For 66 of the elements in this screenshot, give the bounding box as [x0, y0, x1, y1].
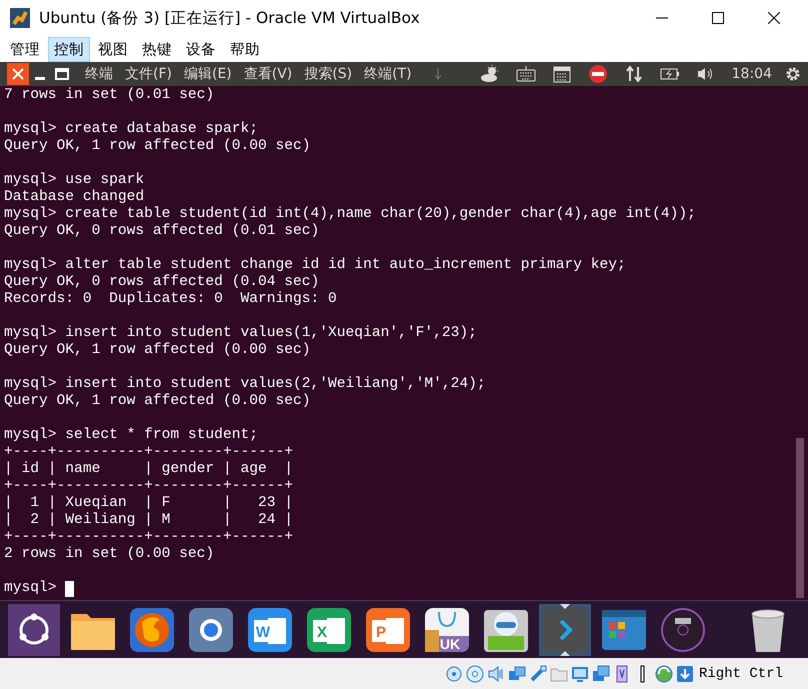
terminal-line: mysql> insert into student values(1,'Xueqian','F',23);	[4, 325, 478, 342]
terminal-line: Database changed	[4, 189, 146, 206]
terminal-line: Query OK, 1 row affected (0.00 sec)	[4, 138, 312, 155]
terminal-line: mysql> use spark	[4, 172, 146, 189]
down-arrow-icon	[434, 68, 442, 80]
menu-item[interactable]: 文件(F)	[119, 65, 178, 83]
terminal-icon	[541, 606, 589, 654]
host-key-label: Right Ctrl	[698, 666, 783, 682]
terminal-line: | 1 | Xueqian | F | 23 |	[4, 495, 294, 512]
terminal-line: mysql> alter table student change id id int auto_increment primary key;	[4, 257, 627, 274]
terminal-line: +----+----------+--------+------+	[4, 444, 294, 461]
network-icon[interactable]	[508, 664, 526, 682]
monitor-icon[interactable]	[570, 664, 589, 682]
keyboard-icon[interactable]	[516, 64, 536, 84]
terminal-line: mysql> create table student(id int(4),name char(20),gender char(4),age int(4));	[4, 206, 697, 223]
maximize-icon	[712, 12, 724, 24]
terminal-line: 7 rows in set (0.01 sec)	[4, 87, 216, 104]
optical-disc-icon[interactable]	[466, 664, 484, 682]
clock[interactable]: 18:04	[732, 66, 772, 82]
menu-item[interactable]: 终端(T)	[358, 65, 418, 83]
close-button[interactable]	[7, 63, 29, 85]
menu-item[interactable]: 管理	[4, 36, 46, 62]
terminal-line: 2 rows in set (0.00 sec)	[4, 546, 216, 563]
hard-disk-icon[interactable]	[444, 664, 463, 682]
menu-item[interactable]: 搜索(S)	[298, 65, 358, 83]
minimize-icon	[35, 76, 45, 80]
menu-item[interactable]: 热键	[136, 36, 178, 62]
scrollbar-thumb[interactable]	[796, 438, 804, 598]
disc-icon	[659, 606, 707, 654]
text-cursor	[65, 580, 74, 596]
close-icon	[12, 68, 24, 80]
browser-icon	[187, 606, 235, 654]
menu-item[interactable]: 控制	[48, 36, 90, 62]
terminal-line: | 2 | Weiliang | M | 24 |	[4, 512, 294, 529]
calendar-icon[interactable]	[552, 64, 572, 84]
speaker-icon[interactable]	[486, 664, 505, 682]
menu-item[interactable]: 设备	[180, 36, 222, 62]
terminal-line: | id | name | gender | age |	[4, 461, 294, 478]
up-down-arrows-icon[interactable]	[624, 64, 644, 84]
terminal-line: mysql> insert into student values(2,'Weiliang','M',24);	[4, 376, 487, 393]
maximize-icon	[55, 68, 69, 80]
close-icon	[768, 12, 780, 24]
stop-icon[interactable]	[588, 64, 608, 84]
terminal-line: Query OK, 1 row affected (0.00 sec)	[4, 342, 312, 359]
dock-item[interactable]	[8, 604, 60, 656]
terminal-line: Records: 0 Duplicates: 0 Warnings: 0	[4, 291, 338, 308]
terminal-line: Query OK, 0 rows affected (0.04 sec)	[4, 274, 320, 291]
terminal-prompt: mysql>	[4, 580, 58, 597]
app-logo-icon	[9, 7, 31, 29]
terminal-line: Query OK, 1 row affected (0.00 sec)	[4, 393, 312, 410]
terminal-line: mysql> create database spark;	[4, 121, 259, 138]
menu-item[interactable]: 视图	[92, 36, 134, 62]
menu-item[interactable]: 查看(V)	[238, 65, 298, 83]
terminal-line: Query OK, 0 rows affected (0.01 sec)	[4, 223, 320, 240]
menu-item[interactable]: 帮助	[224, 36, 266, 62]
usb-icon[interactable]	[528, 664, 547, 682]
menu-item[interactable]: 编辑(E)	[178, 65, 238, 83]
active-indicator-icon	[560, 604, 570, 608]
windows-icon[interactable]	[592, 664, 610, 682]
weather-icon[interactable]	[480, 64, 500, 84]
terminal-line: +----+----------+--------+------+	[4, 529, 294, 546]
terminal-line: +----+----------+--------+------+	[4, 478, 294, 495]
terminal-line: mysql> select * from student;	[4, 427, 259, 444]
gear-icon[interactable]	[784, 65, 802, 83]
menu-item[interactable]: 终端	[79, 65, 119, 83]
window-title: Ubuntu (备份 3) [正在运行] - Oracle VM VirtualBox	[39, 8, 420, 28]
